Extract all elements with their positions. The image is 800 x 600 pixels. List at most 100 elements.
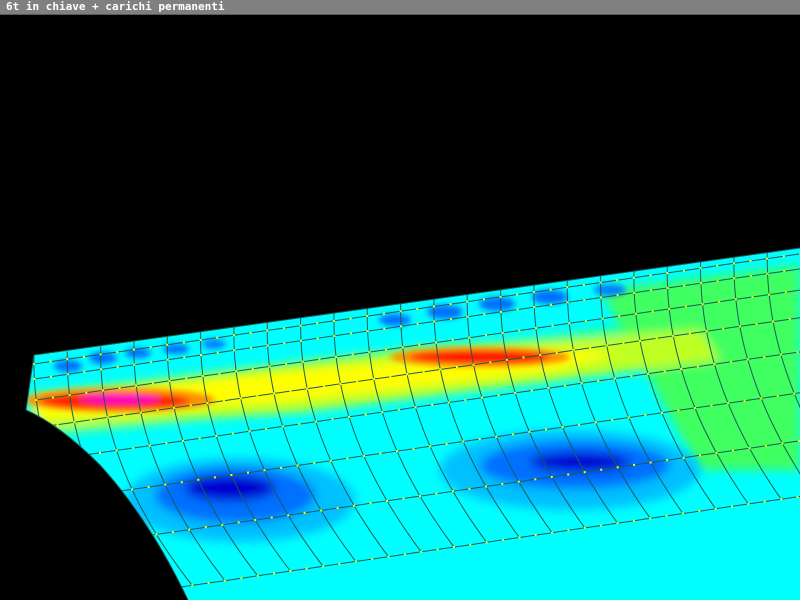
mesh-node <box>296 464 299 467</box>
mesh-node <box>516 308 519 311</box>
mesh-node <box>412 447 415 450</box>
mesh-node <box>189 404 192 407</box>
title-bar: 6t in chiave + carichi permanenti <box>0 0 800 15</box>
mesh-node <box>733 253 735 256</box>
stress-contour-plot[interactable] <box>0 15 800 600</box>
mesh-node <box>551 531 554 534</box>
mesh-node <box>416 322 419 325</box>
mesh-node <box>549 288 552 291</box>
mesh-node <box>572 349 575 352</box>
mesh-node <box>772 320 775 323</box>
mesh-node <box>533 306 536 309</box>
mesh-node <box>122 538 125 541</box>
mesh-node <box>518 536 521 539</box>
mesh-node <box>611 418 614 421</box>
mesh-node <box>346 457 349 460</box>
mesh-node <box>82 454 85 457</box>
mesh-node <box>156 409 159 412</box>
mesh-node <box>751 296 754 298</box>
mesh-node <box>183 356 186 359</box>
mesh-node <box>429 445 432 448</box>
mesh-node <box>353 504 356 507</box>
mesh-node <box>666 287 669 289</box>
mesh-node <box>713 363 716 366</box>
mesh-node <box>682 456 685 459</box>
mesh-node <box>584 319 587 322</box>
mesh-node <box>287 514 290 517</box>
mesh-node <box>534 478 537 481</box>
mesh-node <box>567 529 570 532</box>
mesh-node <box>216 351 219 354</box>
mesh-node <box>336 507 339 510</box>
mesh-node <box>366 315 369 318</box>
mesh-node <box>138 535 141 538</box>
mesh-node <box>106 540 108 543</box>
mesh-node <box>65 456 68 459</box>
mesh-node <box>402 497 405 500</box>
mesh-node <box>381 411 384 414</box>
mesh-node <box>583 274 585 277</box>
mesh-node <box>316 322 319 325</box>
mesh-node <box>289 390 292 393</box>
mesh-node <box>368 351 371 354</box>
mesh-node <box>672 335 675 337</box>
mesh-node <box>433 320 436 323</box>
mesh-node <box>182 439 184 442</box>
mesh-node <box>51 396 54 399</box>
mesh-node <box>383 327 386 330</box>
mesh-node <box>549 279 552 282</box>
mesh-node <box>485 334 487 337</box>
mesh-node <box>131 488 134 491</box>
mesh-node <box>502 538 504 541</box>
mesh-node <box>280 466 283 469</box>
mesh-node <box>50 375 52 378</box>
mesh-node <box>730 360 733 363</box>
mesh-node <box>305 567 308 570</box>
mesh-node <box>132 348 135 351</box>
mesh-node <box>351 353 354 356</box>
model-viewport[interactable] <box>0 15 800 600</box>
mesh-node <box>322 385 325 388</box>
mesh-node <box>301 360 304 363</box>
mesh-node <box>616 270 619 273</box>
mesh-node <box>699 258 702 261</box>
mesh-node <box>201 375 204 377</box>
mesh-node <box>714 507 717 510</box>
mesh-node <box>419 495 421 498</box>
mesh-node <box>349 317 352 320</box>
mesh-node <box>265 427 268 430</box>
mesh-node <box>701 303 704 306</box>
mesh-node <box>589 346 592 349</box>
mesh-node <box>649 274 652 277</box>
mesh-node <box>40 426 42 428</box>
mesh-node <box>135 384 138 387</box>
mesh-node <box>115 449 118 452</box>
mesh-node <box>300 339 302 342</box>
mesh-node <box>768 293 771 296</box>
mesh-node <box>616 294 619 297</box>
mesh-node <box>285 363 288 366</box>
mesh-node <box>416 307 419 310</box>
mesh-node <box>456 366 458 369</box>
mesh-node <box>256 394 259 397</box>
mesh-node <box>616 279 619 282</box>
mesh-node <box>449 318 452 321</box>
mesh-node <box>600 524 603 527</box>
mesh-node <box>534 534 537 537</box>
mesh-node <box>240 577 243 580</box>
mesh-node <box>173 406 176 409</box>
mesh-node <box>449 303 452 306</box>
mesh-node <box>83 370 86 373</box>
mesh-node <box>99 451 101 454</box>
mesh-node <box>464 399 467 402</box>
mesh-node <box>749 260 752 262</box>
mesh-node <box>499 295 502 298</box>
mesh-node <box>468 487 471 490</box>
mesh-node <box>399 310 402 313</box>
mesh-node <box>555 351 558 354</box>
mesh-node <box>655 337 658 340</box>
mesh-node <box>198 437 201 440</box>
mesh-node <box>766 257 769 260</box>
mesh-node <box>733 277 736 280</box>
mesh-node <box>251 367 254 370</box>
